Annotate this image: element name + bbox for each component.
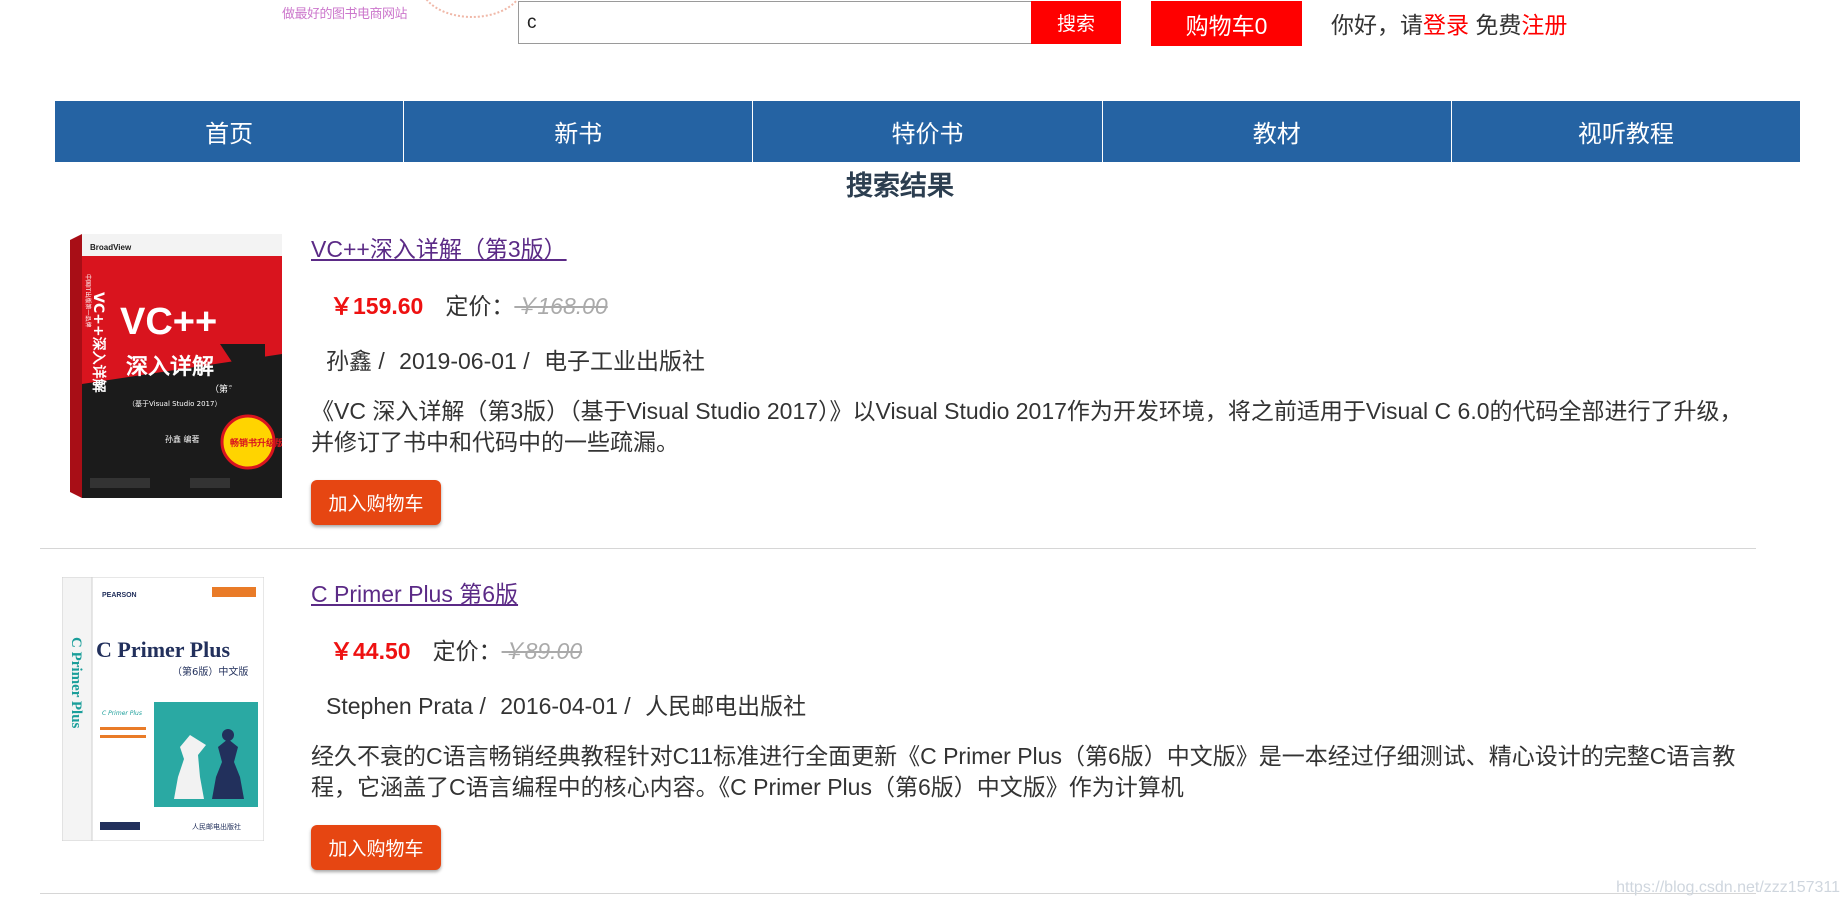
- book-publisher: 电子工业出版社: [544, 348, 705, 374]
- cover-title-sub: 深入详解: [126, 354, 214, 380]
- nav-item-home[interactable]: 首页: [55, 101, 405, 162]
- sale-price: ￥44.50: [330, 638, 411, 664]
- svg-text:C Primer Plus: C Primer Plus: [102, 710, 142, 717]
- register-link[interactable]: 注册: [1521, 12, 1567, 38]
- book-list-item: BroadView VC++深入详解 中国IT出版第一品牌 VC++ 深入详解 …: [40, 230, 1756, 550]
- watermark: https://blog.csdn.net/zzz157311: [1616, 879, 1840, 896]
- book-title-link[interactable]: C Primer Plus 第6版: [311, 575, 518, 609]
- nav-item-textbooks[interactable]: 教材: [1103, 101, 1452, 162]
- logo-arc: [420, 0, 524, 18]
- cover-badge: 畅销书升级版: [230, 437, 282, 449]
- book-author: Stephen Prata /: [326, 693, 486, 719]
- book-author: 孙鑫 /: [326, 348, 385, 374]
- item-divider: [40, 893, 1756, 894]
- list-price-label: 定价：: [432, 638, 502, 664]
- book-date: 2016-04-01 /: [500, 693, 631, 719]
- add-to-cart-button[interactable]: 加入购物车: [311, 480, 441, 525]
- book-cover-image[interactable]: BroadView VC++深入详解 中国IT出版第一品牌 VC++ 深入详解 …: [70, 234, 282, 498]
- login-link[interactable]: 登录: [1423, 12, 1469, 38]
- book-title-link[interactable]: VC++深入详解（第3版）: [311, 230, 567, 264]
- cart-button[interactable]: 购物车0: [1151, 1, 1302, 46]
- book-publisher: 人民邮电出版社: [645, 693, 807, 719]
- book-cover-image[interactable]: C Primer Plus PEARSON C Primer Plus （第6版…: [62, 577, 264, 841]
- cover-author: 孙鑫 编著: [165, 434, 200, 444]
- user-greeting: 你好，请登录 免费注册: [1331, 6, 1567, 40]
- cover-brand: PEARSON: [102, 592, 137, 599]
- item-divider: [40, 548, 1756, 549]
- list-price: ￥89.00: [501, 638, 583, 664]
- book-list-item: C Primer Plus PEARSON C Primer Plus （第6版…: [40, 575, 1756, 895]
- list-price: ￥168.00: [514, 293, 608, 319]
- book-date: 2019-06-01 /: [399, 348, 530, 374]
- greeting-prefix: 你好，请: [1331, 12, 1423, 38]
- cover-spine-title: VC++深入详解: [90, 292, 107, 393]
- search-box: [518, 1, 1032, 44]
- add-to-cart-button[interactable]: 加入购物车: [311, 825, 441, 870]
- book-meta: Stephen Prata / 2016-04-01 / 人民邮电出版社: [326, 687, 814, 721]
- cover-subtitle: （基于Visual Studio 2017）: [128, 399, 221, 408]
- nav-item-special-price[interactable]: 特价书: [753, 101, 1103, 162]
- book-meta: 孙鑫 / 2019-06-01 / 电子工业出版社: [326, 342, 713, 376]
- main-nav: 首页 新书 特价书 教材 视听教程: [55, 101, 1800, 162]
- cover-series: 中国IT出版第一品牌: [84, 274, 92, 327]
- cover-spine-title: C Primer Plus: [68, 637, 84, 729]
- sale-price: ￥159.60: [330, 293, 424, 319]
- cover-edition: （第6版）中文版: [172, 665, 248, 678]
- greeting-mid: 免费: [1469, 12, 1522, 38]
- search-input[interactable]: [519, 2, 1031, 43]
- search-button[interactable]: 搜索: [1031, 1, 1121, 44]
- cover-brand: BroadView: [90, 243, 132, 252]
- price-row: ￥44.50 定价： ￥89.00: [330, 632, 582, 666]
- nav-item-video-tutorials[interactable]: 视听教程: [1452, 101, 1800, 162]
- nav-item-new-books[interactable]: 新书: [404, 101, 754, 162]
- book-description: 《VC 深入详解（第3版）（基于Visual Studio 2017）》以Vis…: [311, 398, 1743, 455]
- list-price-label: 定价：: [445, 293, 515, 319]
- search-results-title: 搜索结果: [846, 171, 954, 201]
- logo-tagline: 做最好的图书电商网站: [282, 6, 408, 21]
- cover-title-main: VC++: [120, 301, 217, 343]
- price-row: ￥159.60 定价： ￥168.00: [330, 287, 608, 321]
- book-description: 经久不衰的C语言畅销经典教程针对C11标准进行全面更新《C Primer Plu…: [311, 743, 1736, 800]
- cover-publisher: 人民邮电出版社: [192, 822, 241, 831]
- cover-title: C Primer Plus: [96, 637, 230, 662]
